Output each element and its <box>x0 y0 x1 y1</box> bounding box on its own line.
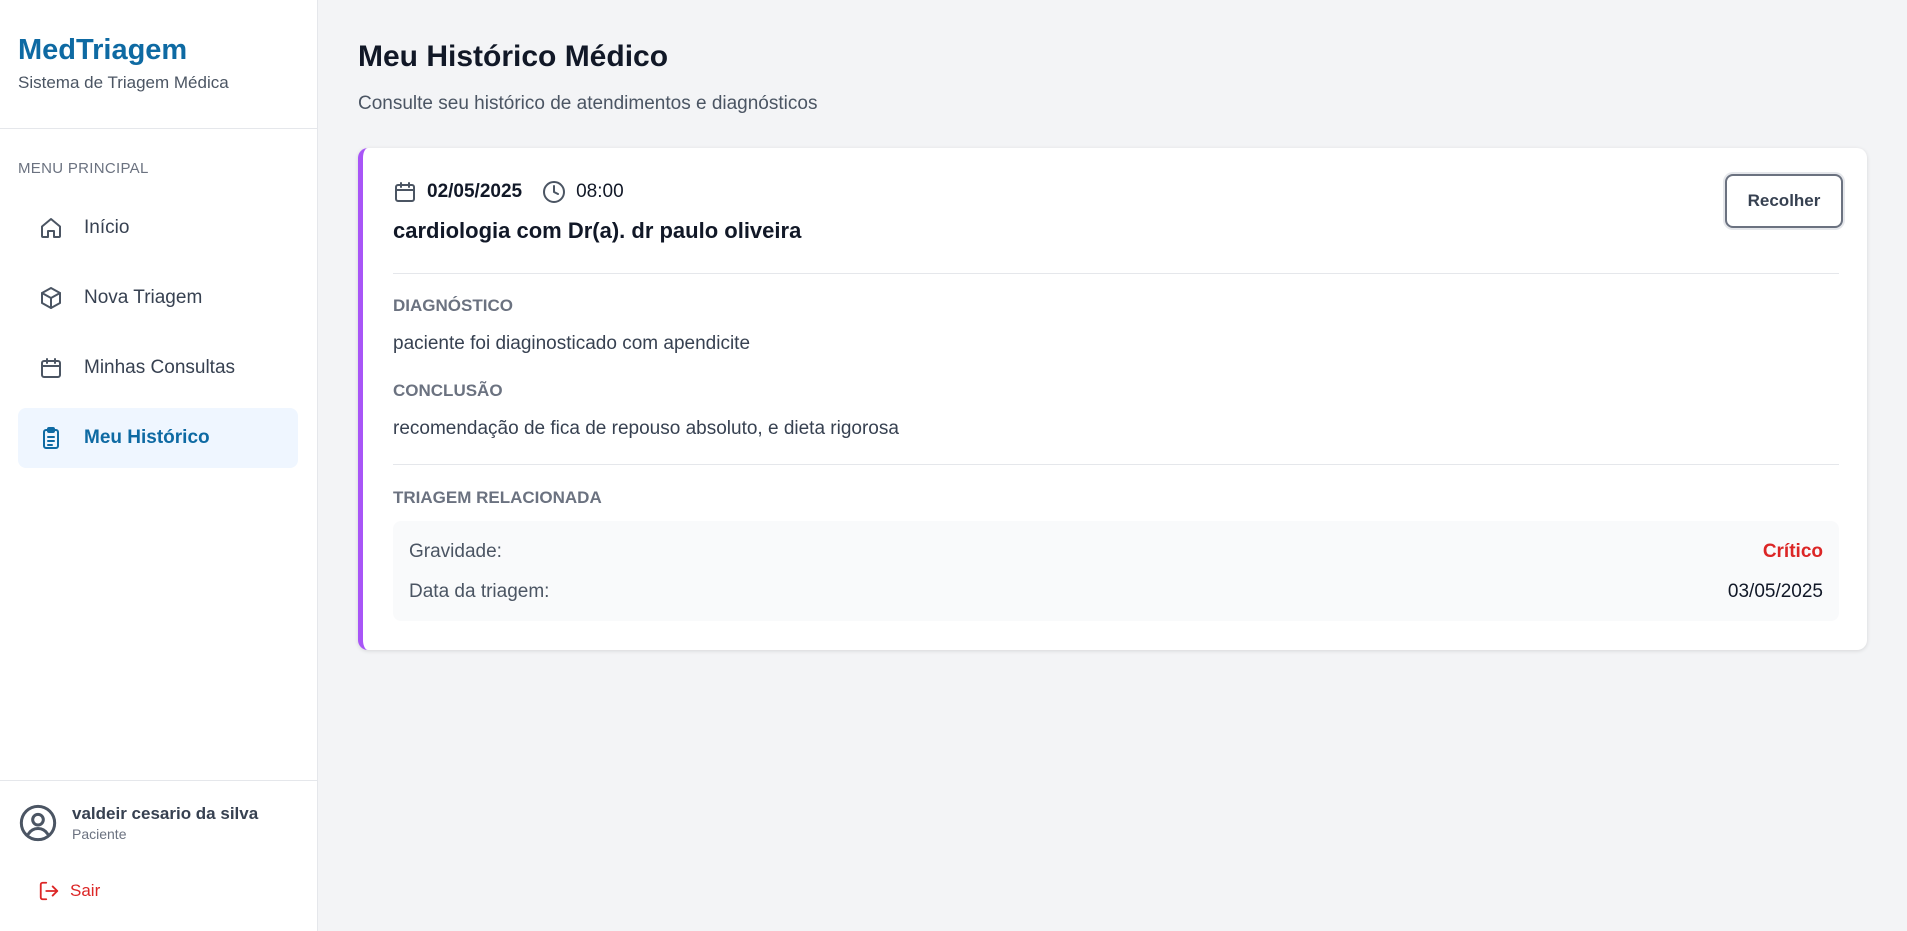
main-menu: Início Nova Triagem Minhas Consultas Meu… <box>18 198 298 478</box>
sidebar-item-meu-historico[interactable]: Meu Histórico <box>18 408 298 468</box>
brand-title: MedTriagem <box>18 34 188 66</box>
clock-icon <box>542 180 566 204</box>
logout-label: Sair <box>70 881 101 900</box>
divider <box>393 464 1839 465</box>
triage-date-row: Data da triagem: 03/05/2025 <box>409 581 1823 603</box>
main-content: Meu Histórico Médico Consulte seu histór… <box>318 0 1907 931</box>
triage-date-value: 03/05/2025 <box>1727 581 1823 602</box>
record-meta: 02/05/2025 08:00 <box>393 178 801 206</box>
sidebar-item-minhas-consultas[interactable]: Minhas Consultas <box>18 338 298 398</box>
triage-date-label: Data da triagem: <box>409 581 550 602</box>
sidebar-item-label: Início <box>84 217 130 238</box>
sidebar-item-label: Minhas Consultas <box>84 357 236 378</box>
clipboard-icon <box>38 425 64 451</box>
triage-severity-row: Gravidade: Crítico <box>409 541 1823 563</box>
history-record-card: 02/05/2025 08:00 cardiologia com Dr(a). … <box>358 148 1867 650</box>
conclusion-label: CONCLUSÃO <box>393 381 503 400</box>
calendar-icon <box>38 355 64 381</box>
logout-button[interactable]: Sair <box>38 880 100 902</box>
severity-value: Crítico <box>1762 541 1823 562</box>
brand-subtitle: Sistema de Triagem Médica <box>18 73 229 92</box>
triage-label: TRIAGEM RELACIONADA <box>393 488 602 507</box>
brand: MedTriagem Sistema de Triagem Médica <box>0 0 317 129</box>
user-role: Paciente <box>72 826 127 842</box>
record-title: cardiologia com Dr(a). dr paulo oliveira <box>393 218 802 243</box>
sidebar: MedTriagem Sistema de Triagem Médica MEN… <box>0 0 318 931</box>
sidebar-item-label: Meu Histórico <box>84 427 210 448</box>
calendar-icon <box>393 180 417 204</box>
sidebar-item-nova-triagem[interactable]: Nova Triagem <box>18 268 298 328</box>
sidebar-item-label: Nova Triagem <box>84 287 203 308</box>
severity-label: Gravidade: <box>409 541 502 562</box>
cube-icon <box>38 285 64 311</box>
record-time: 08:00 <box>576 181 624 202</box>
sidebar-item-inicio[interactable]: Início <box>18 198 298 258</box>
divider <box>393 273 1839 274</box>
related-triage-box: Gravidade: Crítico Data da triagem: 03/0… <box>393 521 1839 621</box>
menu-heading: MENU PRINCIPAL <box>18 160 149 177</box>
page-subtitle: Consulte seu histórico de atendimentos e… <box>358 93 818 114</box>
collapse-button[interactable]: Recolher <box>1725 174 1843 228</box>
sidebar-footer: valdeir cesario da silva Paciente Sair <box>0 780 318 931</box>
home-icon <box>38 215 64 241</box>
conclusion-text: recomendação de fica de repouso absoluto… <box>393 418 899 439</box>
diagnosis-label: DIAGNÓSTICO <box>393 296 513 315</box>
record-date: 02/05/2025 <box>427 181 523 202</box>
user-name: valdeir cesario da silva <box>72 804 259 823</box>
page-title: Meu Histórico Médico <box>358 40 669 73</box>
user-info: valdeir cesario da silva Paciente <box>18 803 258 843</box>
user-avatar-icon <box>18 803 58 843</box>
logout-icon <box>38 880 60 902</box>
record-header: 02/05/2025 08:00 cardiologia com Dr(a). … <box>393 178 801 244</box>
diagnosis-text: paciente foi diaginosticado com apendici… <box>393 333 751 354</box>
